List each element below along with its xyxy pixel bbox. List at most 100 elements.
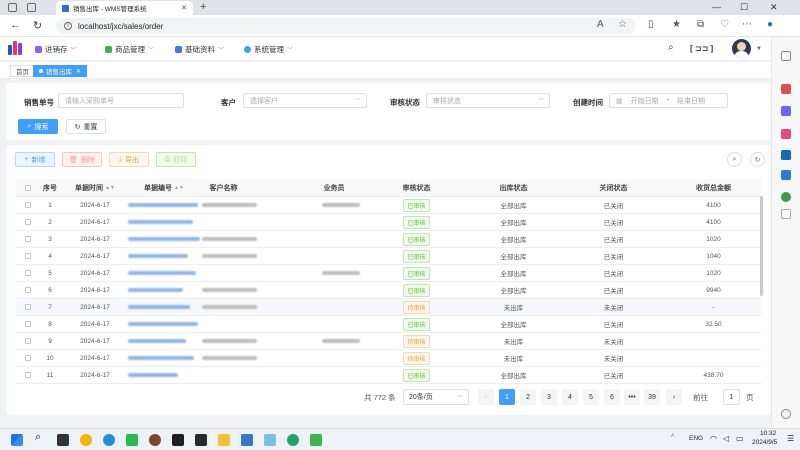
menu-product[interactable]: 商品管理 ﹀ (105, 44, 154, 55)
page-size-select[interactable]: 20条/页 ﹀ (403, 389, 469, 405)
row-checkbox[interactable] (22, 248, 34, 264)
table-row[interactable]: 2 2024-6-17 已审核 全部出库 已关闭 4100 (16, 214, 761, 231)
menu-system[interactable]: 系统管理 ﹀ (244, 44, 293, 55)
row-code-redacted[interactable] (128, 333, 208, 349)
copilot-icon[interactable]: ● (767, 19, 773, 30)
browser-tab[interactable]: 销售出库 - WMS管理系统 ✕ (56, 1, 193, 15)
table-row[interactable]: 11 2024-6-17 已审核 全部出库 已关闭 438.70 (16, 367, 761, 384)
sidebar-settings-icon[interactable] (781, 409, 791, 419)
row-code-redacted[interactable] (128, 299, 208, 315)
page-1[interactable]: 1 (499, 389, 515, 405)
page-6[interactable]: 6 (604, 389, 620, 405)
app-brown-icon[interactable] (149, 434, 161, 446)
app-blue-icon[interactable] (241, 434, 253, 446)
table-row[interactable]: 6 2024-6-17 已审核 全部出库 已关闭 9940 (16, 282, 761, 299)
row-checkbox[interactable] (22, 231, 34, 247)
page-4[interactable]: 4 (562, 389, 578, 405)
cmd-icon[interactable] (195, 434, 207, 446)
app-leaf-icon[interactable] (310, 434, 322, 446)
audit-select[interactable]: 审核状态 ﹀ (426, 93, 550, 108)
refresh-table-button[interactable]: ↻ (750, 152, 765, 167)
clock-time[interactable]: 10:32 (760, 430, 776, 437)
table-row[interactable]: 7 2024-6-17 待审核 未出库 未关闭 - (16, 299, 761, 316)
search-button[interactable]: ⌕ 搜索 (18, 119, 58, 134)
delete-button[interactable]: 🗑 删除 (62, 152, 102, 167)
fullscreen-badge[interactable]: [ ⊐⊐ ] (690, 44, 713, 53)
add-sidebar-icon[interactable] (781, 209, 791, 219)
tab-sales-out[interactable]: 销售出库 ✕ (33, 65, 88, 77)
tools-icon[interactable] (781, 106, 791, 116)
shopping-icon[interactable] (781, 84, 791, 94)
goto-page-input[interactable]: 1 (723, 389, 740, 405)
row-code-redacted[interactable] (128, 214, 208, 230)
app-green-icon[interactable] (126, 434, 138, 446)
customer-select[interactable]: 选择客户 ﹀ (243, 93, 367, 108)
language-indicator[interactable]: ENG (689, 435, 703, 442)
app-lightblue-icon[interactable] (264, 434, 276, 446)
date-range-picker[interactable]: ▦ 开始日期 - 结束日期 (609, 93, 728, 108)
tray-chevron-icon[interactable]: ^ (671, 434, 674, 441)
col-time[interactable]: 单据时间 ▲▼ (64, 179, 126, 196)
close-window-icon[interactable]: ✕ (770, 2, 778, 13)
col-code[interactable]: 单据编号 ▲▼ (128, 179, 200, 196)
row-checkbox[interactable] (22, 333, 34, 349)
terminal-icon[interactable] (172, 434, 184, 446)
site-info-icon[interactable]: i (64, 22, 72, 30)
select-all-checkbox[interactable] (22, 179, 34, 196)
page-5[interactable]: 5 (583, 389, 599, 405)
page-3[interactable]: 3 (541, 389, 557, 405)
minimize-icon[interactable]: — (712, 2, 721, 12)
search-icon[interactable]: ⌕ (35, 431, 41, 444)
close-tab-icon[interactable]: ✕ (181, 4, 187, 12)
drop-icon[interactable] (781, 170, 791, 180)
row-code-redacted[interactable] (128, 367, 208, 383)
app-wechat-icon[interactable] (287, 434, 299, 446)
page-more[interactable]: ••• (624, 389, 640, 405)
table-row[interactable]: 4 2024-6-17 已审核 全部出库 已关闭 1040 (16, 248, 761, 265)
split-screen-icon[interactable]: ▯ (648, 19, 654, 30)
row-checkbox[interactable] (22, 299, 34, 315)
table-scrollbar[interactable] (760, 196, 763, 296)
row-code-redacted[interactable] (128, 316, 208, 332)
order-no-input[interactable]: 请输入采购单号 (58, 93, 184, 108)
page-2[interactable]: 2 (520, 389, 536, 405)
notification-icon[interactable]: ☰ (787, 434, 794, 443)
avatar[interactable] (732, 39, 751, 58)
url-field[interactable]: i localhost/jxc/sales/order (56, 18, 636, 34)
wifi-icon[interactable]: ◠ (710, 434, 717, 443)
row-checkbox[interactable] (22, 316, 34, 332)
row-code-redacted[interactable] (128, 231, 208, 247)
table-row[interactable]: 10 2024-6-17 待审核 未出库 未关闭 (16, 350, 761, 367)
read-aloud-icon[interactable]: A (597, 19, 604, 30)
refresh-icon[interactable]: ↻ (33, 19, 42, 32)
row-code-redacted[interactable] (128, 248, 208, 264)
menu-more-icon[interactable]: ⋯ (742, 19, 752, 30)
print-button[interactable]: ⎙ 打印 (156, 152, 196, 167)
row-code-redacted[interactable] (128, 350, 208, 366)
favorite-icon[interactable]: ☆ (618, 19, 627, 30)
browser-essentials-icon[interactable]: ♡ (720, 19, 729, 30)
extension-icon[interactable] (781, 192, 791, 202)
edge-icon[interactable] (103, 434, 115, 446)
battery-icon[interactable]: ▭ (736, 434, 744, 443)
tab-home[interactable]: 首页 (10, 65, 35, 77)
prev-page-button[interactable]: ‹ (478, 389, 494, 405)
close-tab-icon[interactable]: ✕ (76, 68, 81, 75)
collections-icon[interactable]: ⧉ (697, 19, 704, 30)
row-checkbox[interactable] (22, 282, 34, 298)
row-code-redacted[interactable] (128, 282, 208, 298)
new-tab-icon[interactable]: + (200, 1, 206, 13)
avatar-dropdown-icon[interactable]: ▼ (756, 46, 762, 52)
back-icon[interactable]: ← (10, 19, 21, 31)
table-row[interactable]: 8 2024-6-17 已审核 全部出库 已关闭 32.50 (16, 316, 761, 333)
reset-button[interactable]: ↻ 重置 (66, 119, 106, 134)
row-checkbox[interactable] (22, 350, 34, 366)
workspaces-icon[interactable] (27, 3, 36, 12)
page-39[interactable]: 39 (644, 389, 660, 405)
table-row[interactable]: 1 2024-6-17 已审核 全部出库 已关闭 4100 (16, 197, 761, 214)
table-row[interactable]: 5 2024-6-17 已审核 全部出库 已关闭 1020 (16, 265, 761, 282)
games-icon[interactable] (781, 129, 791, 139)
search-sidebar-icon[interactable] (781, 51, 791, 61)
table-row[interactable]: 9 2024-6-17 待审核 未出库 未关闭 (16, 333, 761, 350)
row-checkbox[interactable] (22, 367, 34, 383)
